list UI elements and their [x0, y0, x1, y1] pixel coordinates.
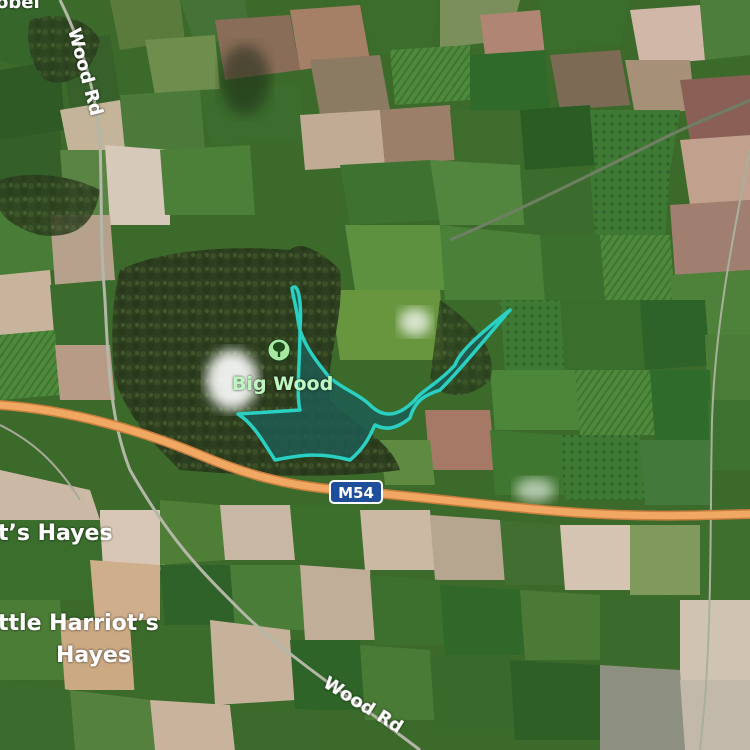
m54-shield: M54	[329, 480, 383, 504]
tree-icon[interactable]	[267, 338, 291, 362]
satellite-map: obel Wood Rd Big Wood t’s Hayes ttle Har…	[0, 0, 750, 750]
place-label-hayes: t’s Hayes	[0, 521, 113, 546]
place-label-little-harriots-hayes: Hayes	[56, 643, 131, 668]
place-label-obel: obel	[0, 0, 40, 13]
map-view[interactable]: obel Wood Rd Big Wood t’s Hayes ttle Har…	[0, 0, 750, 750]
area-label-big-wood: Big Wood	[232, 373, 333, 395]
place-label-little-harriots: ttle Harriot’s	[0, 611, 159, 636]
m54-shield-label: M54	[338, 484, 374, 502]
